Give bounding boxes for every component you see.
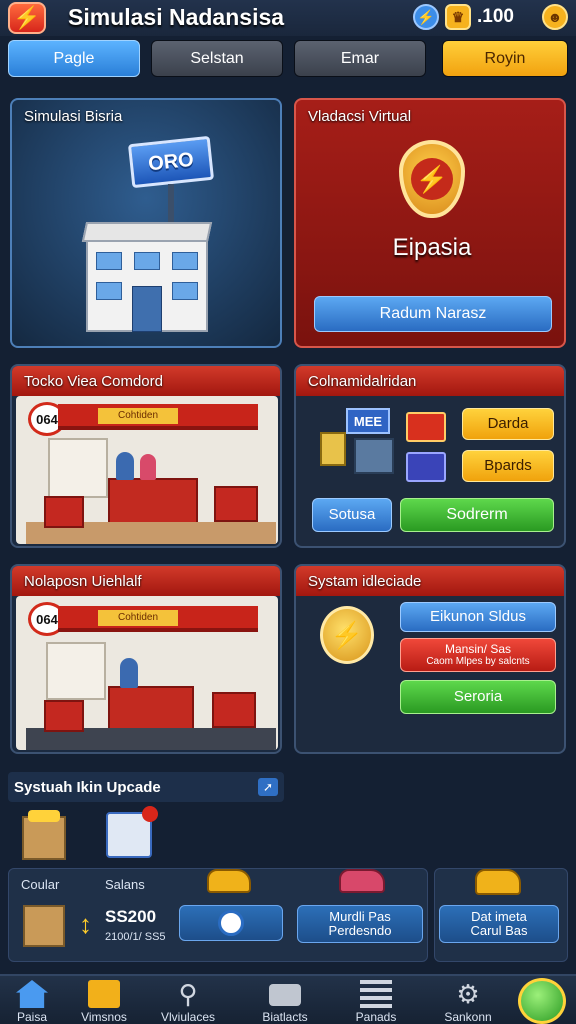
building-illustration: ORO [81, 135, 222, 340]
car-icon [475, 869, 521, 895]
shopkeeper [140, 454, 156, 480]
bpards-button[interactable]: Bpards [462, 450, 554, 482]
price: SS200 [105, 907, 157, 926]
product-crate [44, 700, 84, 732]
store-shelf [46, 642, 106, 700]
tab-selstan[interactable]: Selstan [151, 40, 283, 77]
nav-item-vlviulaces[interactable]: ⚲ Vlviulaces [148, 976, 228, 1024]
mee-sign: MEE [346, 408, 390, 434]
store-awning: Cohtiden [58, 606, 258, 632]
home-icon [16, 980, 48, 1008]
clock-icon [218, 910, 244, 936]
folder-icon [88, 980, 120, 1008]
timer-button[interactable] [179, 905, 283, 941]
bonus-orb-icon[interactable] [518, 978, 566, 1024]
store-scene: 064 Cohtiden [16, 396, 278, 544]
cargo-box-icon [22, 810, 66, 860]
sign-board: ORO [127, 135, 215, 189]
product-crate [44, 496, 84, 528]
panel-colnam[interactable]: Colnamidalridan MEE Darda Bpards Sotusa … [294, 364, 566, 548]
car-icon [339, 869, 385, 893]
tab-emar[interactable]: Emar [294, 40, 426, 77]
camera-icon [269, 984, 301, 1006]
building-front [86, 240, 208, 332]
face-icon[interactable]: ☻ [542, 4, 568, 30]
panel-virtual[interactable]: Vladacsi Virtual ⚡ Eipasia Radum Narasz [294, 98, 566, 348]
store-scene: 064 Cohtiden [16, 596, 278, 750]
card-icon [406, 452, 446, 482]
machines-illustration: MEE [306, 402, 456, 484]
sotusa-button[interactable]: Sotusa [312, 498, 392, 532]
medal-icon: ⚡ [320, 606, 374, 664]
seroria-button[interactable]: Seroria [400, 680, 556, 714]
product-crate [214, 486, 258, 522]
nav-item-sankonn[interactable]: ⚙ Sankonn [428, 976, 508, 1024]
lightning-icon[interactable]: ⚡ [413, 4, 440, 30]
store-counter [108, 478, 198, 524]
tab-bar: Pagle Selstan Emar Royin [8, 40, 568, 78]
shopkeeper [120, 658, 138, 688]
dat-imeta-button[interactable]: Dat imeta Carul Bas [439, 905, 559, 943]
crown-icon[interactable]: ♛ [445, 4, 472, 30]
crate-icon [23, 905, 65, 947]
upgrade-title: Systuah Ikin Upcade [14, 779, 161, 796]
panel-toko[interactable]: Tocko Viea Comdord 064 Cohtiden [10, 364, 282, 548]
sign-text: ORO [147, 148, 195, 175]
tab-royin[interactable]: Royin [442, 40, 568, 77]
coular-label: Coular [21, 877, 60, 892]
app-logo-icon[interactable]: ⚡ [8, 2, 46, 34]
darda-button[interactable]: Darda [462, 408, 554, 440]
car-icon [207, 869, 251, 893]
currency-area: ⚡ ♛ .100 ☻ [413, 4, 568, 30]
machine [320, 432, 346, 466]
store-awning: Cohtiden [58, 404, 258, 430]
nav-item-paisa[interactable]: Paisa [0, 976, 72, 1024]
list-icon [360, 980, 392, 1008]
panel-system[interactable]: Systam idleciade ⚡ Eikunon Sldus Mansin/… [294, 564, 566, 754]
app-title: Simulasi Nadansisa [68, 4, 285, 30]
nav-item-panads[interactable]: Panads [336, 976, 416, 1024]
sign-pole [168, 184, 174, 224]
upgrade-header: Systuah Ikin Upcade ➚ [8, 772, 284, 802]
machine [354, 438, 394, 474]
search-icon: ⚲ [178, 979, 198, 1009]
nav-item-biatlacts[interactable]: Biatlacts [245, 976, 325, 1024]
salans-label: Salans [105, 877, 145, 892]
mansin-button[interactable]: Mansin/ Sas Caom Mlpes by salcnts [400, 638, 556, 672]
top-bar: ⚡ Simulasi Nadansisa ⚡ ♛ .100 ☻ [0, 0, 576, 36]
card-icon [406, 412, 446, 442]
panel-title: Tocko Viea Comdord [24, 373, 163, 390]
price-sub: 2100/1/ SS5 [105, 931, 166, 943]
murdli-button[interactable]: Murdli Pas Perdesndo [297, 905, 423, 943]
arrow-icon[interactable]: ➚ [258, 778, 278, 796]
panel-title: Simulasi Bisria [24, 108, 123, 125]
shield-icon: ⚡ [399, 140, 465, 218]
coin-count: .100 [477, 6, 514, 27]
panel-title: Colnamidalridan [308, 373, 417, 390]
upgrade-section: Systuah Ikin Upcade ➚ Coular Salans ↕ SS… [8, 772, 568, 962]
bottom-nav: Paisa Vimsnos ⚲ Vlviulaces Biatlacts Pan… [0, 974, 576, 1024]
upgrade-arrow-icon: ↕ [79, 909, 92, 939]
upgrade-card-right: Dat imeta Carul Bas [434, 868, 568, 962]
badge-label: Eipasia [392, 234, 472, 261]
gear-icon: ⚙ [456, 979, 480, 1009]
radum-button[interactable]: Radum Narasz [314, 296, 552, 332]
sodrerm-button[interactable]: Sodrerm [400, 498, 554, 532]
store-counter [108, 686, 194, 730]
building-roof [81, 222, 213, 242]
store-shelf [48, 438, 108, 498]
product-crate [212, 692, 256, 728]
shopkeeper [116, 452, 134, 480]
upgrade-card: Coular Salans ↕ SS200 2100/1/ SS5 Murdli… [8, 868, 428, 962]
tab-pagle[interactable]: Pagle [8, 40, 140, 77]
panel-title: Nolaposn Uiehlalf [24, 573, 142, 590]
gift-box-icon [106, 806, 158, 858]
panel-title: Systam idleciade [308, 573, 422, 590]
eikunon-button[interactable]: Eikunon Sldus [400, 602, 556, 632]
panel-simulasi[interactable]: Simulasi Bisria ORO [10, 98, 282, 348]
panel-nolap[interactable]: Nolaposn Uiehlalf 064 Cohtiden [10, 564, 282, 754]
panel-title: Vladacsi Virtual [308, 108, 412, 125]
nav-item-vimsnos[interactable]: Vimsnos [64, 976, 144, 1024]
